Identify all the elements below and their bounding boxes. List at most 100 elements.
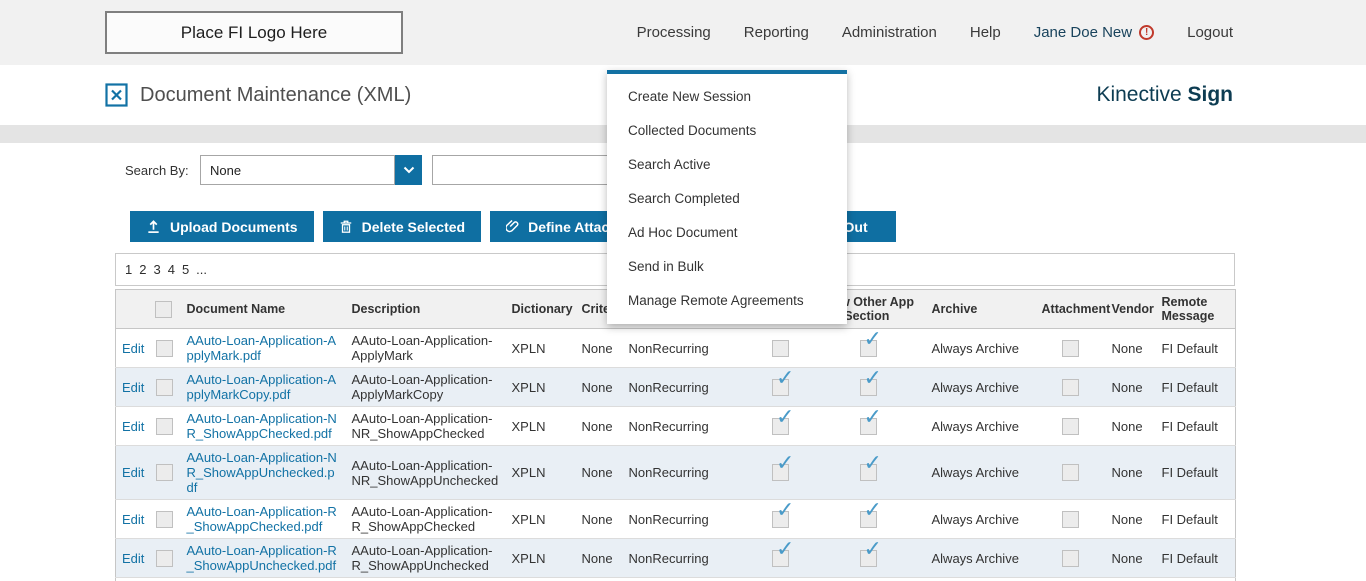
- menu-item-create-new-session[interactable]: Create New Session: [607, 80, 847, 114]
- cell-show-app: [751, 578, 811, 581]
- page-link-4[interactable]: 4: [168, 262, 175, 277]
- selected-checkbox[interactable]: [156, 340, 173, 357]
- document-name-link[interactable]: AAuto-Loan-Application-ApplyMarkCopy.pdf: [187, 372, 340, 402]
- selected-checkbox[interactable]: [156, 418, 173, 435]
- cell-description: AAuto-Loan-Application-RS-AFD731-test: [346, 578, 506, 581]
- col-header-document-name: Document Name: [181, 290, 346, 329]
- cell-name: AAuto-Loan-Application-RS-AFD731-test.pd…: [181, 578, 346, 581]
- search-by-selected-value: None: [210, 163, 241, 178]
- cell-archive: Always Archive: [926, 446, 1036, 500]
- cell-dictionary: XPLN: [506, 539, 576, 578]
- search-by-dropdown-button[interactable]: [395, 155, 422, 185]
- selected-checkbox[interactable]: [156, 511, 173, 528]
- attachment-checkbox[interactable]: [1062, 418, 1079, 435]
- brand-name-bold: Sign: [1188, 83, 1234, 106]
- menu-item-manage-remote-agreements[interactable]: Manage Remote Agreements: [607, 284, 847, 318]
- cell-criteria: None: [576, 539, 623, 578]
- show-app-checkbox[interactable]: [772, 511, 789, 528]
- cell-dictionary: XPLN: [506, 500, 576, 539]
- documents-table: Document NameDescriptionDictionaryCriter…: [115, 289, 1236, 581]
- search-by-select[interactable]: None: [200, 155, 395, 185]
- document-name-link[interactable]: AAuto-Loan-Application-ApplyMark.pdf: [187, 333, 340, 363]
- page-link-1[interactable]: 1: [125, 262, 132, 277]
- cell-remote-message: FI Default: [1156, 578, 1236, 581]
- nav-item-administration[interactable]: Administration: [842, 24, 937, 41]
- nav-item-jane-doe-new[interactable]: Jane Doe New!: [1034, 24, 1154, 41]
- document-name-link[interactable]: AAuto-Loan-Application-R_ShowAppChecked.…: [187, 504, 340, 534]
- edit-link[interactable]: Edit: [122, 465, 144, 480]
- page-link-3[interactable]: 3: [153, 262, 160, 277]
- edit-link[interactable]: Edit: [122, 512, 144, 527]
- show-other-app-checkbox[interactable]: [860, 550, 877, 567]
- show-app-checkbox[interactable]: [772, 418, 789, 435]
- cell-show-app: [751, 368, 811, 407]
- show-other-app-checkbox[interactable]: [860, 511, 877, 528]
- attachment-checkbox[interactable]: [1062, 379, 1079, 396]
- cell-edit: Edit: [116, 500, 149, 539]
- attachment-checkbox[interactable]: [1062, 340, 1079, 357]
- nav-item-label: Processing: [637, 24, 711, 41]
- select-all-checkbox[interactable]: [155, 301, 172, 318]
- document-xml-icon: [105, 82, 128, 108]
- cell-show-other-app: [811, 446, 926, 500]
- page-link-2[interactable]: 2: [139, 262, 146, 277]
- edit-link[interactable]: Edit: [122, 551, 144, 566]
- upload-documents-button[interactable]: Upload Documents: [130, 211, 314, 242]
- attachment-checkbox[interactable]: [1062, 511, 1079, 528]
- selected-checkbox[interactable]: [156, 550, 173, 567]
- selected-checkbox[interactable]: [156, 464, 173, 481]
- show-app-checkbox[interactable]: [772, 379, 789, 396]
- cell-recurring: NonRecurring: [623, 329, 751, 368]
- cell-name: AAuto-Loan-Application-NR_ShowAppChecked…: [181, 407, 346, 446]
- edit-link[interactable]: Edit: [122, 341, 144, 356]
- delete-selected-button[interactable]: Delete Selected: [323, 211, 482, 242]
- alert-icon: !: [1139, 25, 1154, 40]
- show-other-app-checkbox[interactable]: [860, 464, 877, 481]
- nav-item-help[interactable]: Help: [970, 24, 1001, 41]
- nav-item-logout[interactable]: Logout: [1187, 24, 1233, 41]
- col-header-attachment: Attachment: [1036, 290, 1106, 329]
- cell-show-other-app: [811, 329, 926, 368]
- show-other-app-checkbox[interactable]: [860, 340, 877, 357]
- menu-item-search-completed[interactable]: Search Completed: [607, 182, 847, 216]
- page-link-5[interactable]: 5: [182, 262, 189, 277]
- attachment-checkbox[interactable]: [1062, 464, 1079, 481]
- show-app-checkbox[interactable]: [772, 340, 789, 357]
- cell-show-app: [751, 446, 811, 500]
- cell-edit: Edit: [116, 407, 149, 446]
- nav-item-processing[interactable]: Processing: [637, 24, 711, 41]
- cell-attachment: [1036, 329, 1106, 368]
- cell-show-app: [751, 500, 811, 539]
- cell-show-other-app: [811, 578, 926, 581]
- document-name-link[interactable]: AAuto-Loan-Application-NR_ShowAppUncheck…: [187, 450, 340, 495]
- edit-link[interactable]: Edit: [122, 380, 144, 395]
- edit-link[interactable]: Edit: [122, 419, 144, 434]
- attachment-checkbox[interactable]: [1062, 550, 1079, 567]
- show-other-app-checkbox[interactable]: [860, 379, 877, 396]
- selected-checkbox[interactable]: [156, 379, 173, 396]
- show-other-app-checkbox[interactable]: [860, 418, 877, 435]
- cell-selected: [149, 500, 181, 539]
- table-row: Edit AAuto-Loan-Application-ApplyMark.pdf…: [116, 329, 1236, 368]
- table-body: Edit AAuto-Loan-Application-ApplyMark.pdf…: [116, 329, 1236, 581]
- cell-edit: Edit: [116, 446, 149, 500]
- document-name-link[interactable]: AAuto-Loan-Application-NR_ShowAppChecked…: [187, 411, 340, 441]
- show-app-checkbox[interactable]: [772, 550, 789, 567]
- cell-recurring: NonRecurring: [623, 578, 751, 581]
- show-app-checkbox[interactable]: [772, 464, 789, 481]
- menu-item-collected-documents[interactable]: Collected Documents: [607, 114, 847, 148]
- menu-item-send-in-bulk[interactable]: Send in Bulk: [607, 250, 847, 284]
- search-by-label: Search By:: [125, 163, 200, 178]
- cell-criteria: None: [576, 500, 623, 539]
- document-name-link[interactable]: AAuto-Loan-Application-R_ShowAppUnchecke…: [187, 543, 340, 573]
- upload-icon: [146, 219, 161, 234]
- cell-show-app: [751, 539, 811, 578]
- menu-item-ad-hoc-document[interactable]: Ad Hoc Document: [607, 216, 847, 250]
- menu-item-search-active[interactable]: Search Active: [607, 148, 847, 182]
- cell-name: AAuto-Loan-Application-R_ShowAppChecked.…: [181, 500, 346, 539]
- page-link-[interactable]: ...: [196, 262, 207, 277]
- cell-dictionary: XPLN: [506, 407, 576, 446]
- nav-item-reporting[interactable]: Reporting: [744, 24, 809, 41]
- cell-dictionary: XPLN: [506, 368, 576, 407]
- button-label: Delete Selected: [362, 219, 466, 235]
